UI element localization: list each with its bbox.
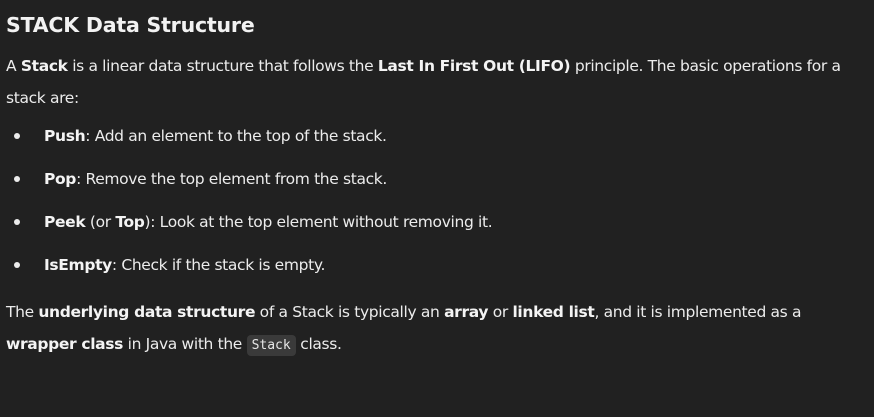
outro-text-2: of a Stack is typically an [255,303,445,321]
op-name-pop: Pop [44,170,77,188]
outro-paragraph: The underlying data structure of a Stack… [6,296,868,362]
intro-text-1: A [6,57,21,75]
op-text-push: : Add an element to the top of the stack… [85,127,387,145]
op-text-isempty: : Check if the stack is empty. [111,256,326,274]
bullet-icon [14,133,20,139]
list-item-pop: Pop: Remove the top element from the sta… [6,164,868,207]
outro-bold-array: array [444,303,489,321]
outro-text-3: or [488,303,513,321]
bullet-icon [14,176,20,182]
op-name-isempty: IsEmpty [44,256,112,274]
list-item-push: Push: Add an element to the top of the s… [6,121,868,164]
op-name-peek: Peek [44,213,86,231]
intro-text-2: is a linear data structure that follows … [67,57,378,75]
outro-text-1: The [6,303,39,321]
op-mid-peek: (or [85,213,116,231]
outro-text-4: , and it is implemented as a [594,303,802,321]
document: STACK Data Structure A Stack is a linear… [0,0,874,417]
outro-bold-wrapper-class: wrapper class [6,335,124,353]
bullet-icon [14,219,20,225]
intro-paragraph: A Stack is a linear data structure that … [6,50,868,114]
outro-bold-underlying: underlying data structure [38,303,256,321]
op-name-push: Push [44,127,86,145]
outro-bold-linked-list: linked list [512,303,595,321]
page-title: STACK Data Structure [6,13,255,37]
intro-bold-lifo: Last In First Out (LIFO) [377,57,571,75]
inline-code-stack: Stack [246,335,296,356]
list-item-peek: Peek (or Top): Look at the top element w… [6,207,868,250]
op-text-pop: : Remove the top element from the stack. [76,170,388,188]
operations-list: Push: Add an element to the top of the s… [6,121,868,293]
outro-text-5: in Java with the [123,335,247,353]
outro-text-6: class. [295,335,342,353]
list-item-isempty: IsEmpty: Check if the stack is empty. [6,250,868,293]
bullet-icon [14,262,20,268]
op-text-peek: ): Look at the top element without remov… [144,213,493,231]
intro-bold-stack: Stack [20,57,68,75]
op-alt-top: Top [115,213,145,231]
